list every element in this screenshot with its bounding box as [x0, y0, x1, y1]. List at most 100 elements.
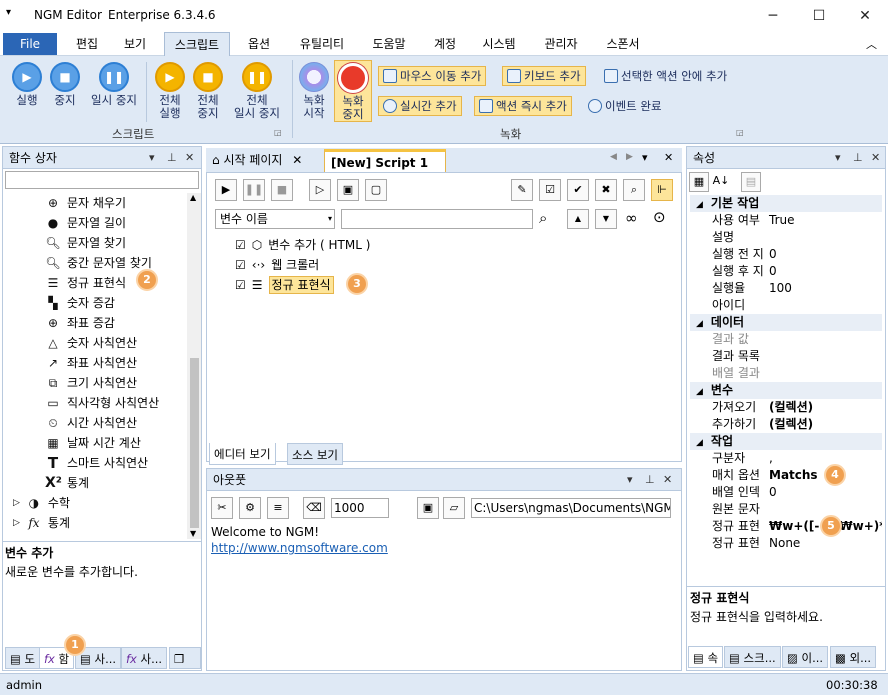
wrap-icon[interactable]: ≡: [267, 497, 289, 519]
prop-row[interactable]: 실행 전 지0: [690, 246, 882, 263]
dropdown-icon[interactable]: ▾: [835, 147, 841, 169]
prop-row[interactable]: 결과 목록: [690, 348, 882, 365]
pin-icon[interactable]: ⊥: [167, 147, 177, 169]
file-tab[interactable]: File: [3, 33, 57, 55]
script-group-launcher-icon[interactable]: ◲: [274, 128, 282, 137]
list-item[interactable]: ▚ 숫자 증감: [45, 293, 115, 313]
list-item[interactable]: ↗ 좌표 사칙연산: [45, 353, 137, 373]
dropdown-icon[interactable]: ▾: [149, 147, 155, 169]
tree-group-statistics[interactable]: ▷ fx 통계: [13, 513, 70, 533]
prop-row[interactable]: 매치 옵션 Matchs: [690, 467, 882, 484]
list-item[interactable]: ☰ 정규 표현식: [45, 273, 126, 293]
tab-start-page[interactable]: ⌂ 시작 페이지 ✕: [208, 149, 320, 171]
list-item[interactable]: ⊕ 좌표 증감: [45, 313, 115, 333]
dropdown-icon[interactable]: ▾: [627, 469, 633, 491]
tab-list-icon[interactable]: ▾: [642, 151, 648, 164]
bottom-tab-properties[interactable]: ▤ 속: [688, 646, 724, 668]
sort-alpha-icon[interactable]: A↓: [711, 172, 731, 192]
prop-row[interactable]: 추가하기 (컬렉션): [690, 416, 882, 433]
property-pages-icon[interactable]: ▤: [741, 172, 761, 192]
add-mouse-move-button[interactable]: 마우스 이동 추가: [378, 66, 487, 86]
list-item[interactable]: ⊕ 문자 채우기: [45, 193, 126, 213]
checkbox[interactable]: ☑: [235, 275, 246, 295]
bottom-tab-external[interactable]: ▩ 외...: [830, 646, 877, 668]
prop-row[interactable]: 실행율 100: [690, 280, 882, 297]
clear-icon[interactable]: ✂: [211, 497, 233, 519]
move-up-icon[interactable]: ▲: [567, 209, 589, 229]
prop-row[interactable]: 결과 값: [690, 331, 882, 348]
list-item[interactable]: △ 숫자 사칙연산: [45, 333, 137, 353]
delete-icon[interactable]: ✖: [595, 179, 617, 201]
record-stop-button[interactable]: 녹화 중지: [334, 60, 372, 122]
prop-row[interactable]: 실행 후 지0: [690, 263, 882, 280]
close-icon[interactable]: ✕: [292, 153, 302, 167]
scroll-down-icon[interactable]: ▼: [190, 529, 196, 538]
list-item[interactable]: ⏲ 시간 사칙연산: [45, 413, 137, 433]
stop-icon[interactable]: ■: [271, 179, 293, 201]
line-count-input[interactable]: 1000: [331, 498, 389, 518]
add-action-now-button[interactable]: 액션 즉시 추가: [474, 96, 572, 116]
eraser-icon[interactable]: ⌫: [303, 497, 325, 519]
close-icon[interactable]: ✕: [664, 151, 673, 164]
move-down-icon[interactable]: ▼: [595, 209, 617, 229]
close-icon[interactable]: ✕: [185, 147, 194, 169]
tree-group-math[interactable]: ▷ ◑ 수학: [13, 493, 70, 513]
prop-row[interactable]: 배열 결과: [690, 365, 882, 382]
system-menu-icon[interactable]: ▾: [6, 7, 11, 18]
tab-script[interactable]: 스크립트: [164, 32, 230, 56]
prop-row[interactable]: 정규 표현₩w+([-+.]₩w+)*: [690, 518, 882, 535]
add-in-action-button[interactable]: 선택한 액션 안에 추가: [600, 66, 731, 86]
pin-icon[interactable]: ⊥: [645, 469, 655, 491]
pause-button[interactable]: ❚❚ 일시 중지: [86, 62, 142, 107]
edit-icon[interactable]: ✎: [511, 179, 533, 201]
script-step[interactable]: ☑ ‹·› 웹 크롤러: [235, 255, 319, 275]
prop-row[interactable]: 정규 표현 None: [690, 535, 882, 552]
pause-icon[interactable]: ❚❚: [243, 179, 265, 201]
list-item[interactable]: ▭ 직사각형 사칙연산: [45, 393, 159, 413]
record-start-button[interactable]: 녹화 시작: [296, 62, 332, 120]
run-button[interactable]: ▶ 실행: [6, 62, 48, 107]
step-over-icon[interactable]: ▢: [365, 179, 387, 201]
category-work[interactable]: ◢ 작업: [690, 433, 882, 450]
list-item[interactable]: ● 문자열 길이: [45, 213, 126, 233]
bottom-tab-user-func[interactable]: fx 사...: [121, 647, 168, 669]
tab-source-view[interactable]: 소스 보기: [287, 443, 343, 465]
tab-edit[interactable]: 편집: [64, 32, 110, 56]
record-group-launcher-icon[interactable]: ◲: [736, 128, 744, 137]
checkbox[interactable]: ☑: [235, 255, 246, 275]
script-step[interactable]: ☑ ⬡ 변수 추가 ( HTML ): [235, 235, 370, 255]
list-item[interactable]: 🔍︎ 중간 문자열 찾기: [45, 253, 152, 273]
folder-icon[interactable]: ▱: [443, 497, 465, 519]
bottom-tab-image[interactable]: ▨ 이...: [782, 646, 829, 668]
prop-row[interactable]: 가져오기 (컬렉션): [690, 399, 882, 416]
settings-icon[interactable]: ⚙: [239, 497, 261, 519]
more-icon[interactable]: ⊙: [653, 208, 666, 226]
script-step-selected[interactable]: ☑ ☰ 정규 표현식: [235, 275, 334, 295]
list-item[interactable]: T 스마트 사칙연산: [45, 453, 148, 473]
step-into-icon[interactable]: ▣: [337, 179, 359, 201]
category-variable[interactable]: ◢ 변수: [690, 382, 882, 399]
tab-options[interactable]: 옵션: [236, 32, 282, 56]
list-item[interactable]: X² 통계: [45, 473, 89, 493]
list-item[interactable]: ⧉ 크기 사칙연산: [45, 373, 137, 393]
function-tree-scrollbar[interactable]: ▲ ▼: [187, 193, 201, 539]
scroll-up-icon[interactable]: ▲: [190, 193, 196, 202]
run-all-button[interactable]: ▶ 전체 실행: [150, 62, 190, 120]
play-icon[interactable]: ▶: [215, 179, 237, 201]
save-icon[interactable]: ▣: [417, 497, 439, 519]
category-basic[interactable]: ◢ 기본 작업: [690, 195, 882, 212]
variable-search-input[interactable]: [341, 209, 533, 229]
tab-help[interactable]: 도움말: [364, 32, 414, 56]
category-data[interactable]: ◢ 데이터: [690, 314, 882, 331]
check-all-icon[interactable]: ☑: [539, 179, 561, 201]
output-link[interactable]: http://www.ngmsoftware.com: [211, 541, 388, 555]
maximize-button[interactable]: ☐: [796, 0, 842, 32]
scroll-left-icon[interactable]: ◀: [610, 152, 617, 162]
bottom-tab-script[interactable]: ▤ 스크...: [724, 646, 781, 668]
prop-row[interactable]: 설명: [690, 229, 882, 246]
tab-admin[interactable]: 관리자: [534, 32, 588, 56]
stop-all-button[interactable]: ■ 전체 중지: [188, 62, 228, 120]
bottom-tab-designer[interactable]: ▤ 도: [5, 647, 41, 669]
checkbox[interactable]: ☑: [235, 235, 246, 255]
step-icon[interactable]: ▷: [309, 179, 331, 201]
